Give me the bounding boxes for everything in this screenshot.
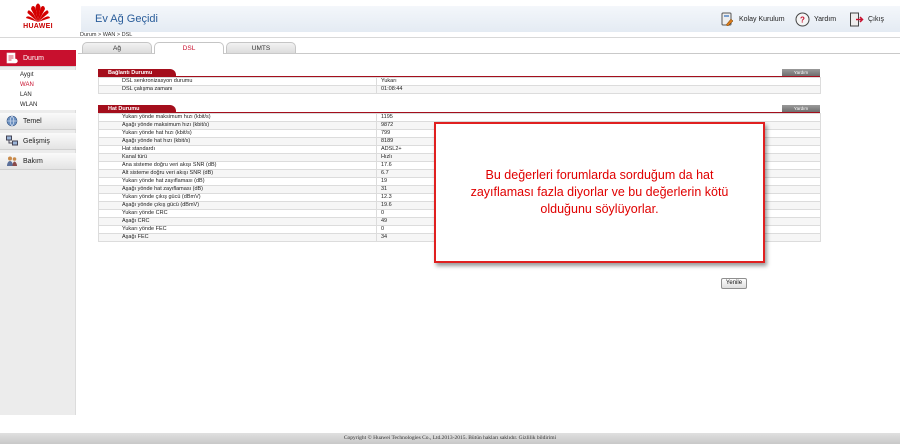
logout-button[interactable]: Çıkış [848, 10, 884, 28]
logout-label: Çıkış [868, 15, 884, 23]
tab-network[interactable]: Ağ [82, 42, 152, 53]
quick-setup-label: Kolay Kurulum [739, 15, 785, 23]
row-label: Alt sisteme doğru veri akışı SNR (dB) [98, 169, 377, 178]
sidebar-item-status-label: Durum [23, 54, 45, 62]
globe-icon [5, 115, 18, 128]
top-header: HUAWEI Ev Ağ Geçidi Kolay Kurulum ? Yard… [0, 0, 900, 38]
logo-text: HUAWEI [23, 23, 53, 30]
sidebar-item-maintenance[interactable]: Bakım [0, 153, 76, 170]
row-label: Aşağı CRC [98, 217, 377, 226]
footer-copyright: Copyright © Huawei Technologies Co., Ltd… [0, 433, 900, 444]
row-value: 01:08:44 [376, 85, 821, 94]
row-label: Kanal türü [98, 153, 377, 162]
row-label: DSL çalışma zamanı [98, 85, 377, 94]
row-label: Aşağı yönde maksimum hızı (kbit/s) [98, 121, 377, 130]
sidebar-item-wan[interactable]: WAN [0, 80, 76, 90]
people-icon [5, 155, 18, 168]
row-value: 1195 [376, 113, 821, 122]
row-label: Yukarı yönde çıkış gücü (dBmV) [98, 193, 377, 202]
line-status-title: Hat Durumu [98, 105, 176, 113]
connection-status-panel: Bağlantı Durumu Yardım DSL senkronizasyo… [98, 69, 821, 94]
network-icon [5, 135, 18, 148]
row-label: Aşağı yönde hat hızı (kbit/s) [98, 137, 377, 146]
huawei-logo: HUAWEI [18, 3, 58, 35]
quick-setup-button[interactable]: Kolay Kurulum [719, 10, 785, 28]
sidebar-item-advanced[interactable]: Gelişmiş [0, 133, 76, 150]
huawei-petal-icon [26, 3, 50, 22]
svg-text:?: ? [800, 15, 805, 24]
help-button[interactable]: ? Yardım [794, 10, 836, 28]
row-label: Aşağı yönde hat zayıflaması (dB) [98, 185, 377, 194]
sidebar-item-wlan[interactable]: WLAN [0, 100, 76, 110]
row-label: Hat standardı [98, 145, 377, 154]
connection-help-button[interactable]: Yardım [782, 69, 820, 76]
sidebar-item-device[interactable]: Aygıt [0, 70, 76, 80]
annotation-text: Bu değerleri forumlarda sorduğum da hat … [470, 168, 729, 216]
row-label: Yukarı yönde hat zayıflaması (dB) [98, 177, 377, 186]
sidebar-item-advanced-label: Gelişmiş [23, 137, 50, 145]
sidebar-item-lan[interactable]: LAN [0, 90, 76, 100]
connection-status-title: Bağlantı Durumu [98, 69, 176, 77]
annotation-callout: Bu değerleri forumlarda sorduğum da hat … [434, 122, 765, 263]
sidebar-item-maintenance-label: Bakım [23, 157, 43, 165]
sidebar-item-basic-label: Temel [23, 117, 42, 125]
row-value: Yukarı [376, 77, 821, 86]
help-label: Yardım [814, 15, 837, 23]
sidebar-item-status[interactable]: Durum [0, 50, 76, 67]
row-label: DSL senkronizasyon durumu [98, 77, 377, 86]
wizard-icon [719, 11, 735, 27]
refresh-button[interactable]: Yenile [721, 278, 747, 289]
table-row: Yukarı yönde maksimum hızı (kbit/s) 1195 [98, 113, 821, 122]
breadcrumb: Durum > WAN > DSL [80, 32, 133, 38]
status-icon [5, 52, 18, 65]
tab-dsl[interactable]: DSL [154, 42, 224, 54]
sidebar: Durum Aygıt WAN LAN WLAN Temel Gelişmiş … [0, 50, 76, 415]
row-label: Yukarı yönde FEC [98, 225, 377, 234]
row-label: Yukarı yönde CRC [98, 209, 377, 218]
connection-status-header: Bağlantı Durumu Yardım [98, 69, 820, 77]
row-label: Ana sisteme doğru veri akışı SNR (dB) [98, 161, 377, 170]
row-label: Yukarı yönde maksimum hızı (kbit/s) [98, 113, 377, 122]
connection-status-table: DSL senkronizasyon durumu Yukarı DSL çal… [98, 77, 821, 94]
tab-bar: Ağ DSL UMTS [78, 42, 900, 54]
table-row: DSL senkronizasyon durumu Yukarı [98, 77, 821, 86]
tab-umts[interactable]: UMTS [226, 42, 296, 53]
line-status-header: Hat Durumu Yardım [98, 105, 820, 113]
logout-icon [848, 11, 864, 27]
table-row: DSL çalışma zamanı 01:08:44 [98, 85, 821, 94]
row-label: Aşağı yönde çıkış gücü (dBmV) [98, 201, 377, 210]
line-help-button[interactable]: Yardım [782, 105, 820, 112]
row-label: Yukarı yönde hat hızı (kbit/s) [98, 129, 377, 138]
help-icon: ? [794, 11, 810, 27]
row-label: Aşağı FEC [98, 233, 377, 242]
sidebar-item-basic[interactable]: Temel [0, 113, 76, 130]
